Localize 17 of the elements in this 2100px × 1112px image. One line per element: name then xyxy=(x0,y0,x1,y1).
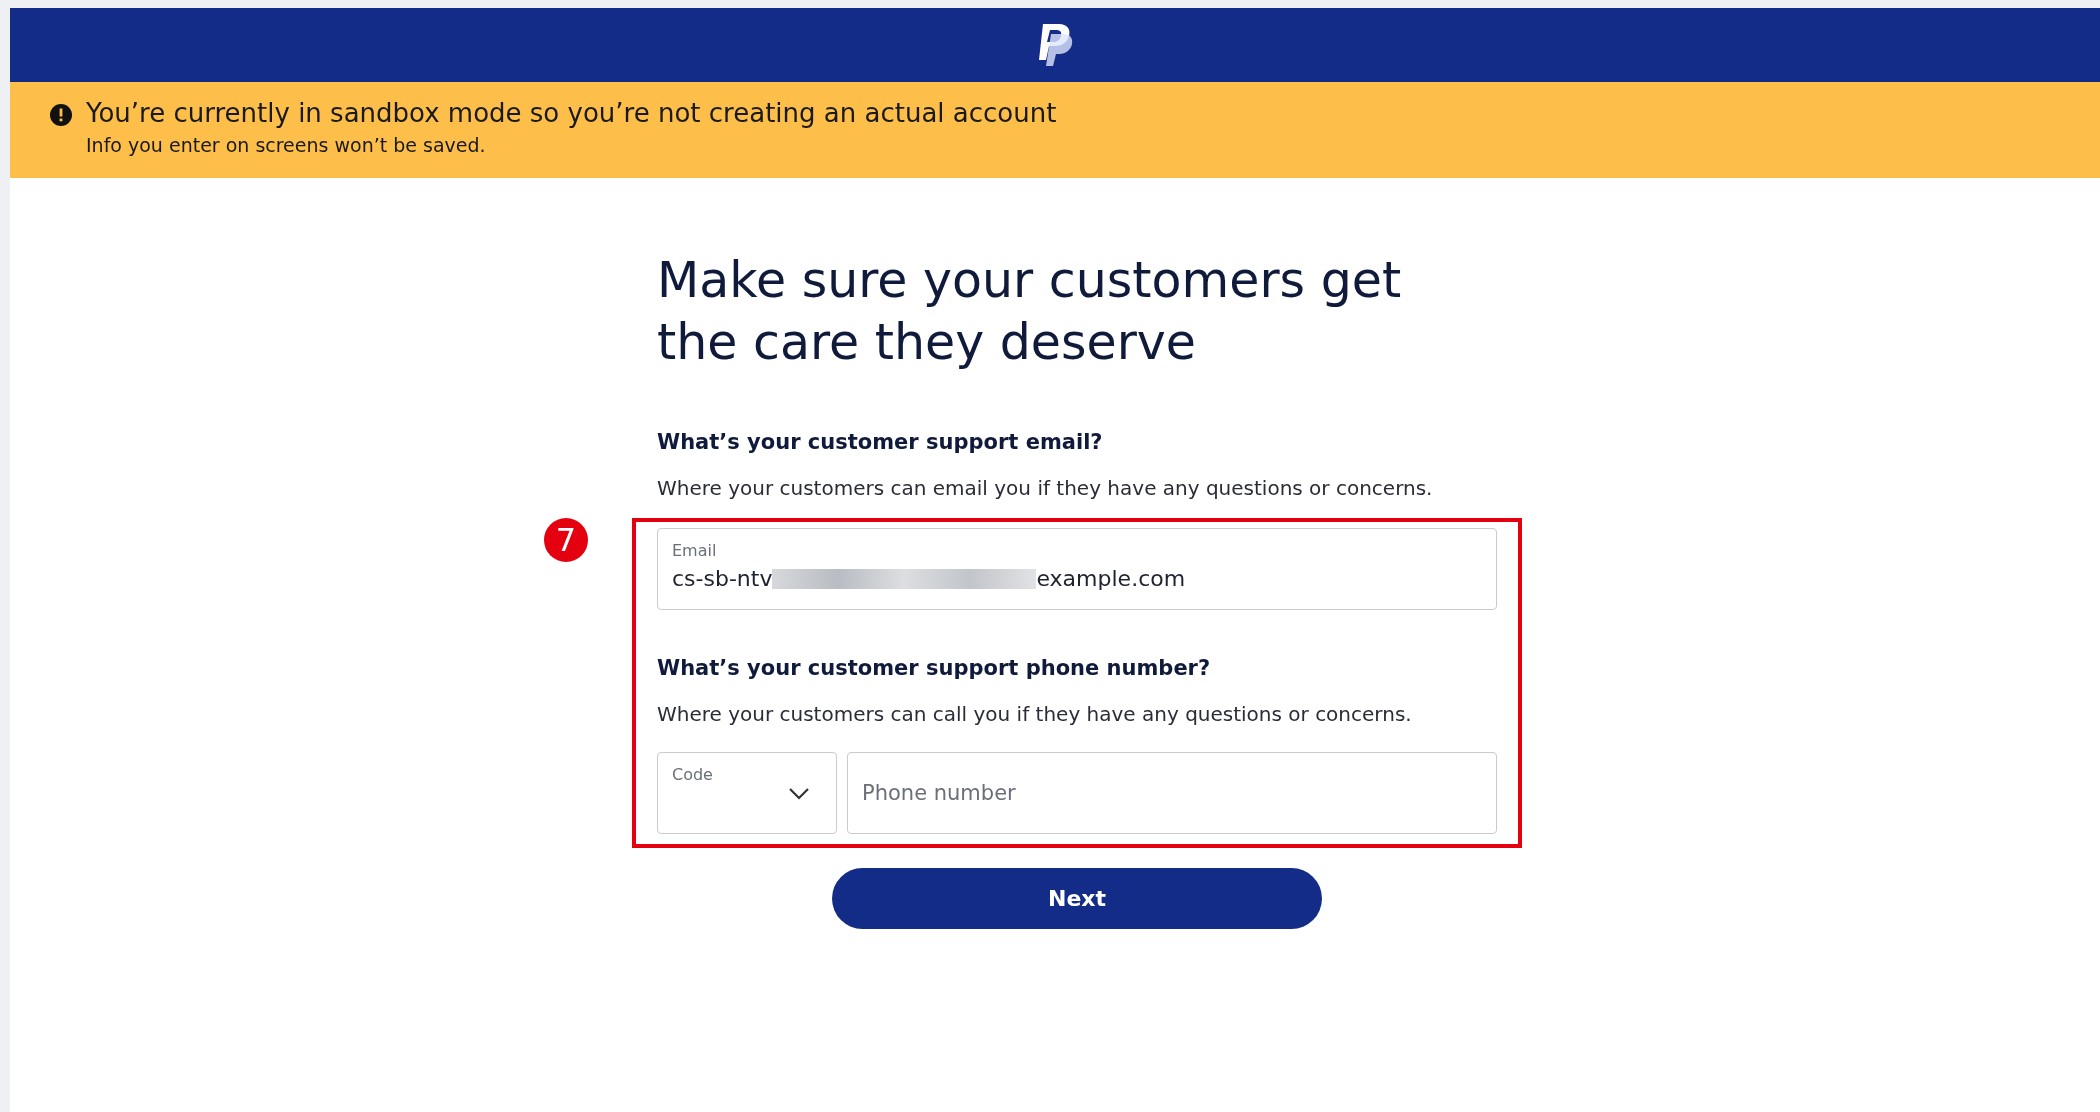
email-value-start: cs-sb-ntv xyxy=(672,566,773,591)
chevron-down-icon xyxy=(788,787,810,801)
banner-title: You’re currently in sandbox mode so you’re not creating an actual account xyxy=(86,98,1057,128)
alert-icon xyxy=(50,104,72,126)
field-label: Email xyxy=(672,541,718,560)
email-value-end: example.com xyxy=(1036,566,1186,591)
phone-description: Where your customers can call you if they have any questions or concerns. xyxy=(657,702,1413,726)
email-description: Where your customers can email you if they have any questions or concerns. xyxy=(657,476,1434,500)
phone-question: What’s your customer support phone number? xyxy=(657,656,1212,680)
step-badge: 7 xyxy=(544,518,588,562)
code-dropdown[interactable]: Code xyxy=(657,752,837,834)
page-heading: Make sure your customers get the care they deserve xyxy=(657,251,1403,373)
next-button[interactable]: Next xyxy=(832,868,1322,929)
email-question: What’s your customer support email? xyxy=(657,430,1104,454)
phone-number-field[interactable]: Phone number xyxy=(847,752,1497,834)
banner-subtitle: Info you enter on screens won’t be saved. xyxy=(86,134,487,156)
email-field[interactable]: Email cs-sb-ntv example.com xyxy=(657,528,1497,610)
